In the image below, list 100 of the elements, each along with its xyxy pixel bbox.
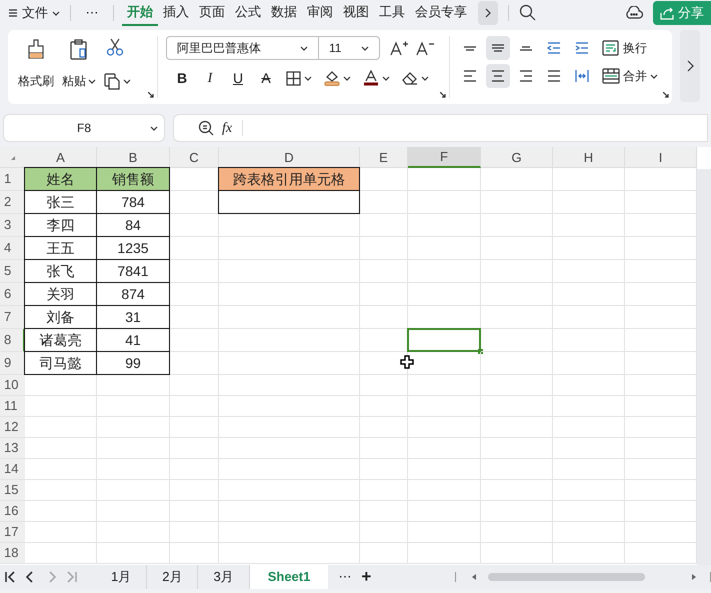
scroll-left-icon[interactable] [470, 573, 478, 581]
dialog-launcher-icon[interactable] [440, 92, 446, 98]
formula-input[interactable]: fx [173, 114, 708, 142]
bold-button[interactable]: B [170, 66, 194, 90]
zoom-out-icon[interactable] [198, 120, 214, 136]
table-cell [360, 375, 408, 396]
column-header[interactable]: H [553, 147, 625, 168]
row-header[interactable]: 10 [0, 375, 25, 396]
sheet-tab[interactable]: 2月 [147, 565, 198, 589]
dialog-launcher-icon[interactable] [663, 92, 669, 98]
table-cell [481, 417, 553, 438]
file-menu[interactable]: 文件 [8, 2, 60, 24]
table-cell [553, 522, 625, 543]
table-cell [481, 260, 553, 283]
row-header[interactable]: 5 [0, 260, 25, 283]
table-cell [360, 306, 408, 329]
align-middle-button[interactable] [486, 36, 510, 60]
caret-icon [343, 74, 351, 82]
next-tabs-button[interactable] [478, 1, 498, 25]
decrease-font-icon[interactable] [416, 40, 434, 56]
sheet-tab[interactable]: 1月 [96, 565, 148, 589]
row-header[interactable]: 18 [0, 543, 25, 564]
font-color-button[interactable] [363, 70, 390, 86]
strikethrough-button[interactable]: A [254, 66, 278, 90]
paste-button[interactable]: 粘贴 [62, 36, 96, 90]
ribbon-tab[interactable]: 会员专享 [410, 0, 472, 26]
row-header[interactable]: 13 [0, 438, 25, 459]
add-sheet-button[interactable]: + [361, 565, 372, 589]
caret-icon [361, 44, 369, 52]
row-header[interactable]: 4 [0, 237, 25, 260]
more-sheets-button[interactable]: ⋯ [338, 567, 352, 587]
wrap-text-button[interactable]: 换行 [602, 39, 647, 57]
table-cell [481, 191, 553, 214]
italic-button[interactable]: I [198, 66, 222, 90]
ribbon-tab[interactable]: 公式 [230, 0, 266, 26]
column-header[interactable]: F [408, 147, 481, 168]
ribbon-tab[interactable]: 页面 [194, 0, 230, 26]
horizontal-scrollbar-thumb[interactable] [488, 573, 646, 581]
table-cell [360, 237, 408, 260]
first-sheet-icon[interactable] [4, 571, 16, 583]
increase-font-icon[interactable] [390, 40, 408, 56]
ribbon-tab[interactable]: 工具 [374, 0, 410, 26]
dialog-launcher-icon[interactable] [148, 92, 154, 98]
row-header[interactable]: 15 [0, 480, 25, 501]
table-cell: 跨表格引用单元格 [218, 167, 360, 191]
cloud-icon[interactable] [625, 6, 643, 20]
borders-button[interactable] [286, 70, 312, 86]
row-header[interactable]: 6 [0, 283, 25, 306]
grid-icon [286, 70, 301, 86]
copy-icon [104, 73, 120, 90]
caret-icon [123, 78, 131, 85]
table-cell [481, 396, 553, 417]
name-box[interactable]: F8 [3, 114, 165, 142]
table-cell [481, 352, 553, 375]
row-header[interactable]: 14 [0, 459, 25, 480]
search-icon[interactable] [519, 4, 537, 22]
vertical-scrollbar[interactable] [697, 169, 711, 565]
row-header[interactable]: 3 [0, 214, 25, 237]
clear-format-button[interactable] [402, 71, 429, 85]
scroll-right-icon[interactable] [690, 573, 698, 581]
row-header[interactable]: 8 [0, 329, 25, 352]
ribbon-tab[interactable]: 插入 [158, 0, 194, 26]
ribbon-tab[interactable]: 审阅 [302, 0, 338, 26]
row-header[interactable]: 16 [0, 501, 25, 522]
fill-handle[interactable] [478, 349, 483, 354]
clipboard-icon [69, 38, 89, 60]
copy-button[interactable] [104, 73, 131, 90]
table-cell [481, 214, 553, 237]
row-header[interactable]: 1 [0, 168, 25, 191]
function-label[interactable]: fx [222, 118, 232, 138]
sheet-tab[interactable]: Sheet1 [250, 565, 328, 589]
font-size-dropdown[interactable]: 11 [319, 36, 380, 60]
row-header[interactable]: 11 [0, 396, 25, 417]
scissors-icon[interactable] [106, 38, 124, 56]
table-cell [360, 543, 408, 564]
column-header[interactable]: G [481, 147, 553, 168]
column-header[interactable]: I [625, 147, 697, 168]
table-cell [25, 459, 97, 480]
format-painter-button[interactable]: 格式刷 [18, 36, 54, 90]
merge-button[interactable]: 合并 [602, 67, 658, 85]
table-cell [170, 396, 219, 417]
fill-color-button[interactable] [324, 70, 351, 86]
table-cell [360, 480, 408, 501]
font-name-dropdown[interactable]: 阿里巴巴普惠体 [166, 36, 319, 60]
row-header[interactable]: 2 [0, 191, 25, 214]
row-header[interactable]: 9 [0, 352, 25, 375]
underline-button[interactable]: U [226, 66, 250, 90]
caret-icon [88, 78, 96, 84]
table-cell [170, 501, 219, 522]
row-header[interactable]: 12 [0, 417, 25, 438]
align-center-button[interactable] [486, 64, 510, 88]
table-cell [481, 283, 553, 306]
table-cell [553, 283, 625, 306]
ribbon-tab[interactable]: 视图 [338, 0, 374, 26]
more-button[interactable]: ⋯ [81, 3, 103, 23]
table-cell [360, 214, 408, 237]
row-header[interactable]: 7 [0, 306, 25, 329]
ribbon-tab[interactable]: 开始 [122, 0, 158, 26]
row-header[interactable]: 17 [0, 522, 25, 543]
ribbon-tab[interactable]: 数据 [266, 0, 302, 26]
